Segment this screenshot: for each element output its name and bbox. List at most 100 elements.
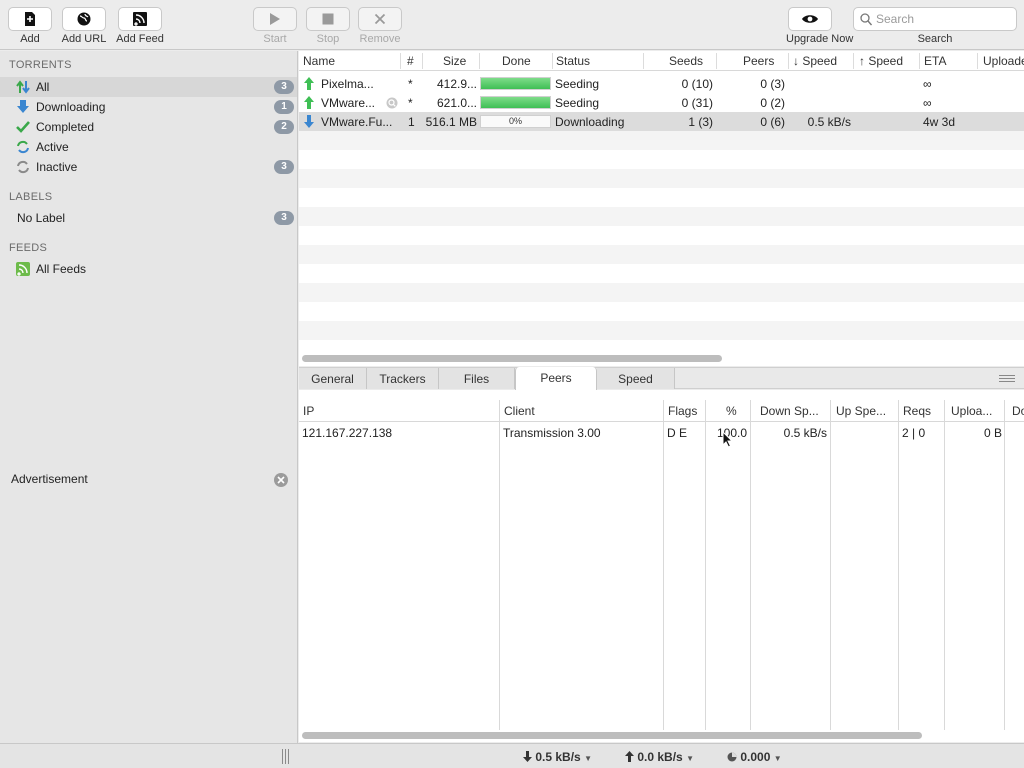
torrents-heading: TORRENTS — [9, 59, 72, 71]
sidebar-item-all[interactable]: All 3 — [0, 77, 297, 97]
peer-row[interactable]: 121.167.227.138 Transmission 3.00 D E 10… — [299, 425, 1024, 444]
upload-arrow-icon — [304, 77, 314, 90]
torrent-eta: 4w 3d — [923, 115, 956, 129]
upload-arrow-icon — [304, 96, 314, 109]
column-header-down-speed[interactable]: ↓ Speed — [793, 54, 837, 68]
status-bar: 0.5 kB/s ▼ 0.0 kB/s ▼ 0.000 ▼ — [0, 743, 1024, 768]
progress-bar — [480, 77, 551, 90]
sidebar-item-no-label[interactable]: No Label 3 — [0, 208, 297, 228]
tab-files[interactable]: Files — [439, 368, 515, 389]
peers-table: IP Client Flags % Down Sp... Up Spe... R… — [299, 390, 1024, 742]
peer-requests: 2 | 0 — [902, 426, 926, 440]
add-url-button[interactable]: Add URL — [60, 7, 108, 45]
checkmark-icon — [16, 121, 30, 133]
column-header-up-speed[interactable]: ↑ Speed — [859, 54, 903, 68]
add-feed-button[interactable]: Add Feed — [116, 7, 164, 45]
upgrade-now-button[interactable]: Upgrade Now — [786, 7, 853, 45]
sidebar-item-label: Inactive — [36, 160, 78, 174]
column-header-peers[interactable]: Peers — [743, 54, 774, 68]
horizontal-scrollbar[interactable] — [302, 732, 922, 739]
horizontal-scrollbar[interactable] — [302, 355, 722, 362]
column-header-done[interactable]: Done — [502, 54, 531, 68]
split-view-grip-icon[interactable] — [999, 375, 1015, 382]
column-header-uploaded[interactable]: Uploa... — [951, 404, 992, 418]
peer-uploaded: 0 B — [983, 426, 1002, 440]
download-arrow-icon — [523, 751, 532, 762]
count-badge: 2 — [274, 120, 294, 134]
column-header-ip[interactable]: IP — [303, 404, 314, 418]
torrent-row[interactable]: VMware... * 621.0... Seeding 0 (31) 0 (2… — [299, 93, 1024, 112]
column-header-downloaded[interactable]: Do — [1012, 404, 1024, 418]
column-header-uploaded[interactable]: Uploaded — [983, 54, 1024, 68]
tab-trackers[interactable]: Trackers — [367, 368, 439, 389]
peers-table-header: IP Client Flags % Down Sp... Up Spe... R… — [299, 400, 1024, 422]
chevron-down-icon: ▼ — [686, 754, 694, 763]
add-button[interactable]: Add — [6, 7, 54, 45]
magnifier-icon — [386, 97, 398, 109]
torrent-seeds: 0 (10) — [681, 77, 713, 91]
torrent-down-speed: 0.5 kB/s — [807, 115, 851, 129]
sidebar-item-downloading[interactable]: Downloading 1 — [0, 97, 297, 117]
stop-button[interactable]: Stop — [304, 7, 352, 45]
add-file-icon — [25, 12, 35, 26]
column-header-flags[interactable]: Flags — [668, 404, 697, 418]
remove-button-label: Remove — [359, 33, 401, 45]
torrent-row[interactable]: VMware.Fu... 1 516.1 MB 0% Downloading 1… — [299, 112, 1024, 131]
refresh-icon — [17, 140, 29, 154]
sidebar-item-completed[interactable]: Completed 2 — [0, 117, 297, 137]
remove-button[interactable]: Remove — [356, 7, 404, 45]
close-ad-button[interactable] — [274, 473, 288, 487]
torrent-peers: 0 (2) — [760, 96, 785, 110]
download-arrow-icon — [304, 115, 314, 128]
download-arrow-icon — [17, 100, 29, 113]
torrent-row[interactable]: Pixelma... * 412.9... Seeding 0 (10) 0 (… — [299, 74, 1024, 93]
ratio-pie-icon — [727, 752, 737, 762]
tab-peers[interactable]: Peers — [515, 367, 597, 390]
sidebar-item-all-feeds[interactable]: All Feeds — [0, 259, 297, 279]
column-header-status[interactable]: Status — [556, 54, 590, 68]
torrent-size: 621.0... — [436, 96, 477, 110]
torrent-status: Seeding — [555, 77, 600, 91]
sidebar-resize-grip-icon[interactable] — [282, 749, 289, 764]
search-icon — [860, 13, 872, 26]
column-header-down-speed[interactable]: Down Sp... — [760, 404, 819, 418]
column-header-requests[interactable]: Reqs — [903, 404, 931, 418]
torrent-table-header: Name # Size Done Status Seeds Peers ↓ Sp… — [299, 51, 1024, 71]
start-button-label: Start — [263, 33, 287, 45]
advertisement-label: Advertisement — [11, 472, 88, 486]
chevron-down-icon: ▼ — [584, 754, 592, 763]
download-speed-value: 0.5 kB/s — [535, 750, 581, 764]
column-header-seeds[interactable]: Seeds — [669, 54, 703, 68]
sidebar-item-inactive[interactable]: Inactive 3 — [0, 157, 297, 177]
stop-button-label: Stop — [316, 33, 340, 45]
upload-arrow-icon — [625, 751, 634, 762]
column-header-percent[interactable]: % — [726, 404, 737, 418]
column-header-client[interactable]: Client — [504, 404, 535, 418]
progress-bar — [480, 96, 551, 109]
sidebar-item-active[interactable]: Active — [0, 137, 297, 157]
download-speed-status[interactable]: 0.5 kB/s ▼ — [523, 750, 592, 764]
sidebar-item-label: Downloading — [36, 100, 106, 114]
add-button-label: Add — [20, 33, 40, 45]
add-feed-icon — [133, 12, 147, 26]
mouse-pointer-icon — [722, 431, 733, 448]
torrent-name: Pixelma... — [321, 77, 374, 91]
upload-speed-value: 0.0 kB/s — [637, 750, 683, 764]
ratio-status[interactable]: 0.000 ▼ — [727, 750, 782, 764]
tab-general[interactable]: General — [299, 368, 367, 389]
column-header-eta[interactable]: ETA — [924, 54, 946, 68]
column-header-number[interactable]: # — [407, 54, 414, 68]
count-badge: 3 — [274, 80, 294, 94]
search-input[interactable] — [876, 12, 1012, 26]
upload-speed-status[interactable]: 0.0 kB/s ▼ — [625, 750, 694, 764]
column-header-size[interactable]: Size — [443, 54, 466, 68]
tab-speed[interactable]: Speed — [597, 368, 675, 389]
column-header-up-speed[interactable]: Up Spe... — [836, 404, 886, 418]
progress-text: 0% — [508, 116, 522, 126]
search-field[interactable] — [853, 7, 1017, 31]
globe-icon — [77, 12, 91, 26]
feeds-heading: FEEDS — [9, 242, 48, 254]
chevron-down-icon: ▼ — [773, 754, 782, 763]
column-header-name[interactable]: Name — [303, 54, 335, 68]
start-button[interactable]: Start — [251, 7, 299, 45]
